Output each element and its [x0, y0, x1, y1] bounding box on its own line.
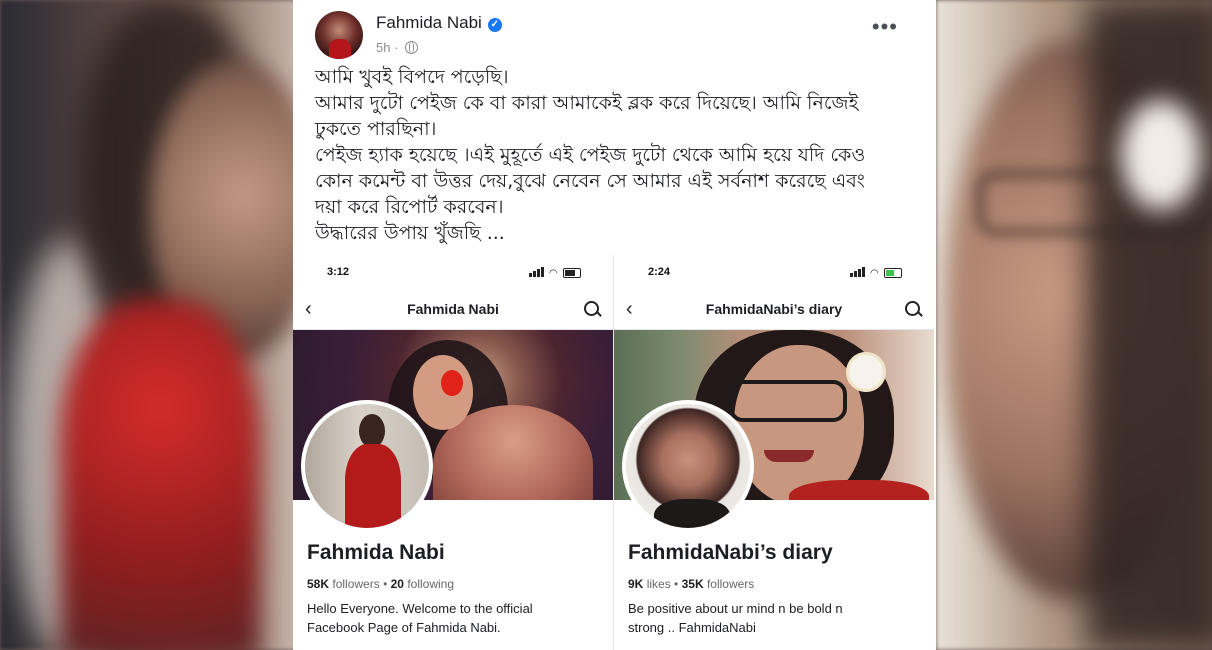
page-nav-bar: ‹ Fahmida Nabi: [293, 291, 613, 330]
followers-label: followers: [332, 577, 380, 591]
wifi-icon: ◠: [549, 268, 558, 279]
post-text-line: ঢুকতে পারছিনা।: [315, 118, 437, 140]
likes-label: likes: [646, 577, 671, 591]
post-text-line: আমি খুবই বিপদে পড়েছি।: [315, 66, 509, 88]
bio-line: strong .. FahmidaNabi: [628, 620, 756, 635]
post-meta: 5h ·: [376, 40, 419, 55]
search-icon[interactable]: [905, 301, 920, 316]
post-text-line: কোন কমেন্ট বা উত্তর দেয়,বুঝে নেবেন সে আ…: [315, 170, 865, 192]
phone-status-bar: 2:24 ◠: [614, 255, 934, 291]
post-text-line: আমার দুটো পেইজ কে বা কারা আমাকেই ব্লক কর…: [315, 92, 859, 114]
page-screenshot-fahmidanabis-diary[interactable]: 2:24 ◠ ‹ FahmidaNabi’s diary FahmidaNabi…: [614, 255, 934, 650]
status-time: 3:12: [327, 266, 350, 278]
status-icons: ◠: [850, 267, 910, 279]
following-count: 20: [390, 577, 404, 591]
page-name: FahmidaNabi’s diary: [628, 541, 833, 564]
post-time[interactable]: 5h: [376, 40, 390, 55]
author-name-row: Fahmida Nabi ✓: [376, 13, 502, 33]
followers-count: 35K: [681, 577, 704, 591]
author-name[interactable]: Fahmida Nabi: [376, 13, 482, 32]
post-text-line: দয়া করে রিপোর্ট করবেন।: [315, 196, 504, 218]
page-name: Fahmida Nabi: [307, 541, 445, 564]
profile-picture[interactable]: [622, 400, 754, 532]
nav-title: Fahmida Nabi: [407, 301, 499, 317]
post-text: আমি খুবই বিপদে পড়েছি। আমার দুটো পেইজ কে…: [315, 64, 915, 246]
page-screenshot-fahmida-nabi[interactable]: 3:12 ◠ ‹ Fahmida Nabi Fahmida Nabi 58K f…: [293, 255, 613, 650]
followers-count: 58K: [307, 577, 330, 591]
page-stats: 9K likes • 35K followers: [628, 577, 754, 591]
following-label: following: [407, 577, 455, 591]
page-bio: Hello Everyone. Welcome to the official …: [307, 599, 607, 637]
status-icons: ◠: [529, 267, 589, 279]
page-stats: 58K followers • 20 following: [307, 577, 454, 591]
post-text-line: পেইজ হ্যাক হয়েছে ।এই মুহূর্তে এই পেইজ দ…: [315, 144, 866, 166]
stats-separator: •: [383, 577, 388, 591]
page-nav-bar: ‹ FahmidaNabi’s diary: [614, 291, 934, 330]
facebook-post: Fahmida Nabi ✓ 5h · ••• আমি খুবই বিপদে পড…: [293, 0, 936, 650]
stats-separator: •: [674, 577, 679, 591]
followers-label: followers: [706, 577, 755, 591]
post-header: Fahmida Nabi ✓ 5h · •••: [293, 0, 936, 62]
blurred-photo-left: [0, 0, 320, 650]
phone-status-bar: 3:12 ◠: [293, 255, 613, 291]
page-bio: Be positive about ur mind n be bold n st…: [628, 599, 928, 637]
verified-badge-icon: ✓: [487, 18, 502, 32]
bio-line: Facebook Page of Fahmida Nabi.: [307, 620, 501, 635]
battery-icon: [563, 268, 581, 278]
status-time: 2:24: [648, 266, 671, 278]
bio-line: Be positive about ur mind n be bold n: [628, 601, 843, 616]
search-icon[interactable]: [584, 301, 599, 316]
more-options-icon[interactable]: •••: [872, 16, 898, 38]
wifi-icon: ◠: [870, 268, 879, 279]
signal-icon: [529, 273, 532, 277]
profile-picture[interactable]: [301, 400, 433, 532]
post-text-line: উদ্ধারের উপায় খুঁজছি ...: [315, 222, 505, 244]
author-avatar[interactable]: [315, 11, 363, 59]
likes-count: 9K: [628, 577, 644, 591]
bio-line: Hello Everyone. Welcome to the official: [307, 601, 533, 616]
blurred-photo-right: [936, 0, 1212, 650]
nav-title: FahmidaNabi’s diary: [705, 301, 843, 317]
battery-icon: [884, 268, 902, 278]
signal-icon: [850, 273, 853, 277]
globe-icon: [405, 41, 419, 54]
